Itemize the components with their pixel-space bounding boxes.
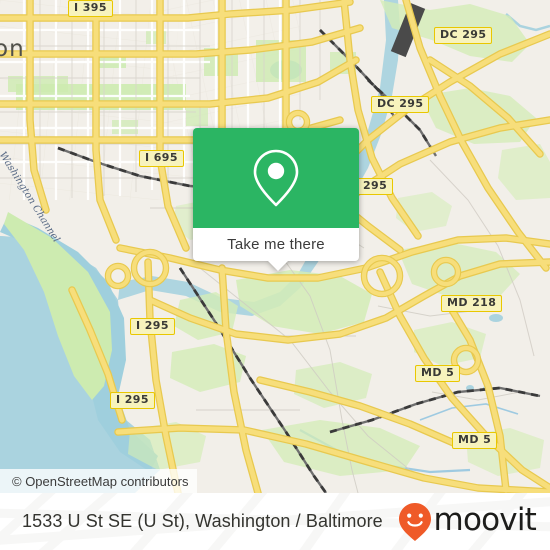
moovit-pin-icon — [398, 502, 431, 541]
callout-pointer-tail — [267, 260, 289, 271]
map-pin-icon — [253, 149, 299, 207]
moovit-logo[interactable]: moovit — [398, 493, 537, 550]
map-attribution[interactable]: © OpenStreetMap contributors — [0, 469, 197, 493]
take-me-there-button[interactable]: Take me there — [227, 236, 325, 253]
footer-bar: 1533 U St SE (U St), Washington / Baltim… — [0, 493, 550, 550]
road-shield: I 295 — [110, 392, 155, 409]
road-shield: I 295 — [130, 318, 175, 335]
moovit-map-screen: on Washington Channel I 395 DC 295 DC 29… — [0, 0, 550, 550]
callout-icon-panel — [193, 128, 359, 228]
map-canvas[interactable]: on Washington Channel I 395 DC 295 DC 29… — [0, 0, 550, 493]
road-shield: MD 5 — [415, 365, 461, 382]
road-shield: DC 295 — [371, 96, 430, 113]
moovit-wordmark: moovit — [433, 502, 537, 538]
road-shield: 295 — [357, 178, 394, 195]
road-shield: I 695 — [139, 150, 184, 167]
attribution-text: © OpenStreetMap contributors — [12, 473, 189, 489]
footer-address-text: 1533 U St SE (U St), Washington / Baltim… — [22, 511, 383, 531]
location-callout[interactable]: Take me there — [193, 128, 359, 271]
road-shield: MD 218 — [441, 295, 503, 312]
road-shield: I 395 — [68, 0, 113, 17]
road-shield: DC 295 — [434, 27, 493, 44]
road-shield: MD 5 — [452, 432, 498, 449]
map-city-label: on — [0, 36, 25, 62]
callout-action-bar[interactable]: Take me there — [193, 228, 359, 271]
